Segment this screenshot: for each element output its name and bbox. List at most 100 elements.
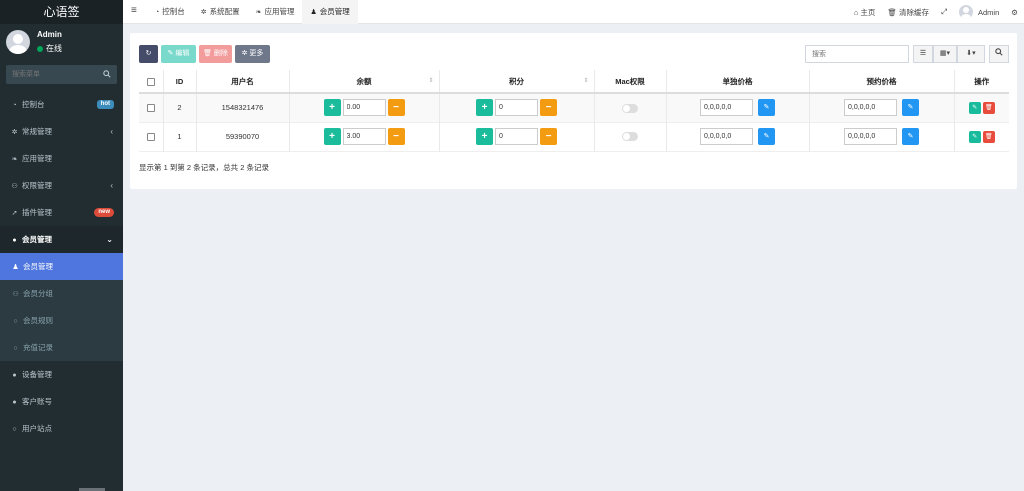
menu-toggle-icon[interactable]: ≡ <box>131 5 137 16</box>
reserve-price-editor: ✎ <box>844 128 919 145</box>
balance-stepper: + − <box>323 128 405 145</box>
sidebar-item-plugins[interactable]: ➚ 插件管理 new <box>0 199 123 226</box>
circle-icon: ○ <box>13 318 18 325</box>
clear-cache-button[interactable]: 🗑 清除缓存 <box>881 7 935 18</box>
edit-reserve-price-button[interactable]: ✎ <box>902 128 919 145</box>
edit-reserve-price-button[interactable]: ✎ <box>902 99 919 117</box>
sidebar-item-general[interactable]: ✲ 常规管理 ‹ <box>0 118 123 145</box>
table-row: 2 1548321476 + − + − ✎ <box>139 93 1009 122</box>
column-header[interactable]: Mac权限 <box>593 70 666 94</box>
balance-plus-button[interactable]: + <box>323 99 341 117</box>
column-header[interactable]: ID <box>162 70 196 94</box>
row-actions: ✎ 🗑 <box>968 130 995 143</box>
edit-price-button[interactable]: ✎ <box>758 99 775 117</box>
delete-button[interactable]: 🗑 删除 <box>199 45 232 63</box>
sidebar-search <box>6 65 117 84</box>
points-minus-button[interactable]: − <box>540 128 557 145</box>
tab-members[interactable]: ♟ 会员管理 <box>302 0 358 24</box>
table-search-input[interactable] <box>805 45 909 63</box>
column-header[interactable]: 用户名 <box>195 70 289 94</box>
refresh-button[interactable]: ↻ <box>139 45 158 63</box>
row-checkbox[interactable] <box>146 133 155 141</box>
sidebar-search-input[interactable] <box>6 65 101 84</box>
row-edit-button[interactable]: ✎ <box>968 101 981 114</box>
row-delete-button[interactable]: 🗑 <box>982 130 995 143</box>
balance-minus-button[interactable]: − <box>387 128 405 145</box>
circle-icon: ○ <box>13 345 18 352</box>
rocket-icon: ➚ <box>11 210 18 217</box>
balance-plus-button[interactable]: + <box>323 128 341 145</box>
device-icon: ● <box>12 372 17 379</box>
sidebar-item-members[interactable]: ● 会员管理 ⌄ <box>0 226 123 253</box>
price-input[interactable] <box>700 99 753 117</box>
column-header[interactable]: 单独价格 <box>665 70 809 94</box>
sidebar-item-permissions[interactable]: ⚇ 权限管理 ‹ <box>0 172 123 199</box>
settings-icon[interactable]: ⚙ <box>1005 8 1024 17</box>
main-panel: ↻ ✎ 编辑 🗑 删除 ✲ 更多 ☰ ▦▾ ⬇▾ ID 用户名 余额⇕ 积分⇕ … <box>130 33 1017 189</box>
app-logo[interactable]: 心语签 <box>0 0 123 24</box>
toggle-view-button[interactable]: ☰ <box>913 45 933 63</box>
advanced-search-button[interactable] <box>989 45 1009 63</box>
balance-minus-button[interactable]: − <box>387 99 405 117</box>
points-plus-button[interactable]: + <box>476 128 493 145</box>
sidebar-subitem-member-rules[interactable]: ○ 会员规则 <box>0 307 123 334</box>
sidebar-item-dashboard[interactable]: ◔ 控制台 hot <box>0 91 123 118</box>
row-delete-button[interactable]: 🗑 <box>982 101 995 114</box>
column-header[interactable]: 预约价格 <box>808 70 954 94</box>
sidebar-item-devices[interactable]: ● 设备管理 <box>0 361 123 388</box>
refresh-icon: ↻ <box>145 50 152 57</box>
balance-input[interactable] <box>342 99 386 117</box>
search-icon[interactable] <box>103 70 111 80</box>
edit-button[interactable]: ✎ 编辑 <box>161 45 196 63</box>
top-navbar: ≡ ◔ 控制台 ✲ 系统配置 ❧ 应用管理 ♟ 会员管理 ⌂ 主页 🗑 清除缓存 ⤢ A… <box>123 0 1024 24</box>
row-checkbox[interactable] <box>146 104 155 113</box>
users-icon: ⚇ <box>12 291 19 298</box>
tab-dashboard[interactable]: ◔ 控制台 <box>147 0 193 24</box>
tab-system-config[interactable]: ✲ 系统配置 <box>193 0 248 24</box>
reserve-price-input[interactable] <box>844 128 897 145</box>
sidebar: 心语签 Admin 在线 ◔控制台hot ✲常规管理‹ ❧应用管理 ⚇权限管理‹… <box>0 0 123 491</box>
user-icon: ♟ <box>12 264 19 271</box>
pagination-summary: 显示第 1 到第 2 条记录，总共 2 条记录 <box>139 163 270 172</box>
price-input[interactable] <box>700 128 753 145</box>
sidebar-subitem-member-group[interactable]: ⚇ 会员分组 <box>0 280 123 307</box>
points-plus-button[interactable]: + <box>476 99 493 117</box>
row-edit-button[interactable]: ✎ <box>968 130 981 143</box>
reserve-price-input[interactable] <box>844 99 897 117</box>
user-menu[interactable]: Admin <box>953 5 1005 19</box>
column-header-sortable[interactable]: 余额 ⇕ <box>288 70 439 94</box>
points-input[interactable] <box>495 99 538 117</box>
points-stepper: + − <box>476 128 557 145</box>
fullscreen-icon[interactable]: ⤢ <box>935 7 953 17</box>
tab-apps[interactable]: ❧ 应用管理 <box>248 0 303 24</box>
sidebar-subitem-recharge-log[interactable]: ○ 充值记录 <box>0 334 123 361</box>
hot-badge: hot <box>96 100 114 109</box>
mac-permission-toggle[interactable] <box>622 132 638 142</box>
home-link[interactable]: ⌂ 主页 <box>848 7 882 18</box>
column-header[interactable]: 操作 <box>953 70 1009 94</box>
sidebar-item-apps[interactable]: ❧ 应用管理 <box>0 145 123 172</box>
balance-stepper: + − <box>323 99 405 117</box>
export-button[interactable]: ⬇▾ <box>957 45 985 63</box>
column-header-sortable[interactable]: 积分 ⇕ <box>438 70 594 94</box>
sidebar-item-customer-accounts[interactable]: ● 客户账号 <box>0 388 123 415</box>
new-badge: new <box>94 208 114 217</box>
balance-input[interactable] <box>342 128 386 145</box>
sidebar-subitem-member-manage[interactable]: ♟ 会员管理 <box>0 253 123 280</box>
top-right-actions: ⌂ 主页 🗑 清除缓存 ⤢ Admin ⚙ <box>848 0 1024 24</box>
select-all-checkbox[interactable] <box>146 77 155 86</box>
price-editor: ✎ <box>700 128 775 145</box>
columns-button[interactable]: ▦▾ <box>933 45 957 63</box>
edit-price-button[interactable]: ✎ <box>758 128 775 145</box>
sidebar-item-user-sites[interactable]: ○ 用户站点 <box>0 415 123 442</box>
points-minus-button[interactable]: − <box>540 99 557 117</box>
pencil-icon: ✎ <box>167 50 174 57</box>
gear-icon: ✲ <box>241 50 248 57</box>
mac-permission-toggle[interactable] <box>622 103 638 113</box>
points-input[interactable] <box>495 128 538 145</box>
members-table: ID 用户名 余额 ⇕ 积分 ⇕ Mac权限 单独价格 预约价格 操作 2 1548… <box>139 70 1009 152</box>
account-icon: ● <box>12 399 17 406</box>
row-actions: ✎ 🗑 <box>968 101 995 114</box>
list-icon: ☰ <box>919 50 927 57</box>
more-button[interactable]: ✲ 更多 <box>235 45 270 63</box>
